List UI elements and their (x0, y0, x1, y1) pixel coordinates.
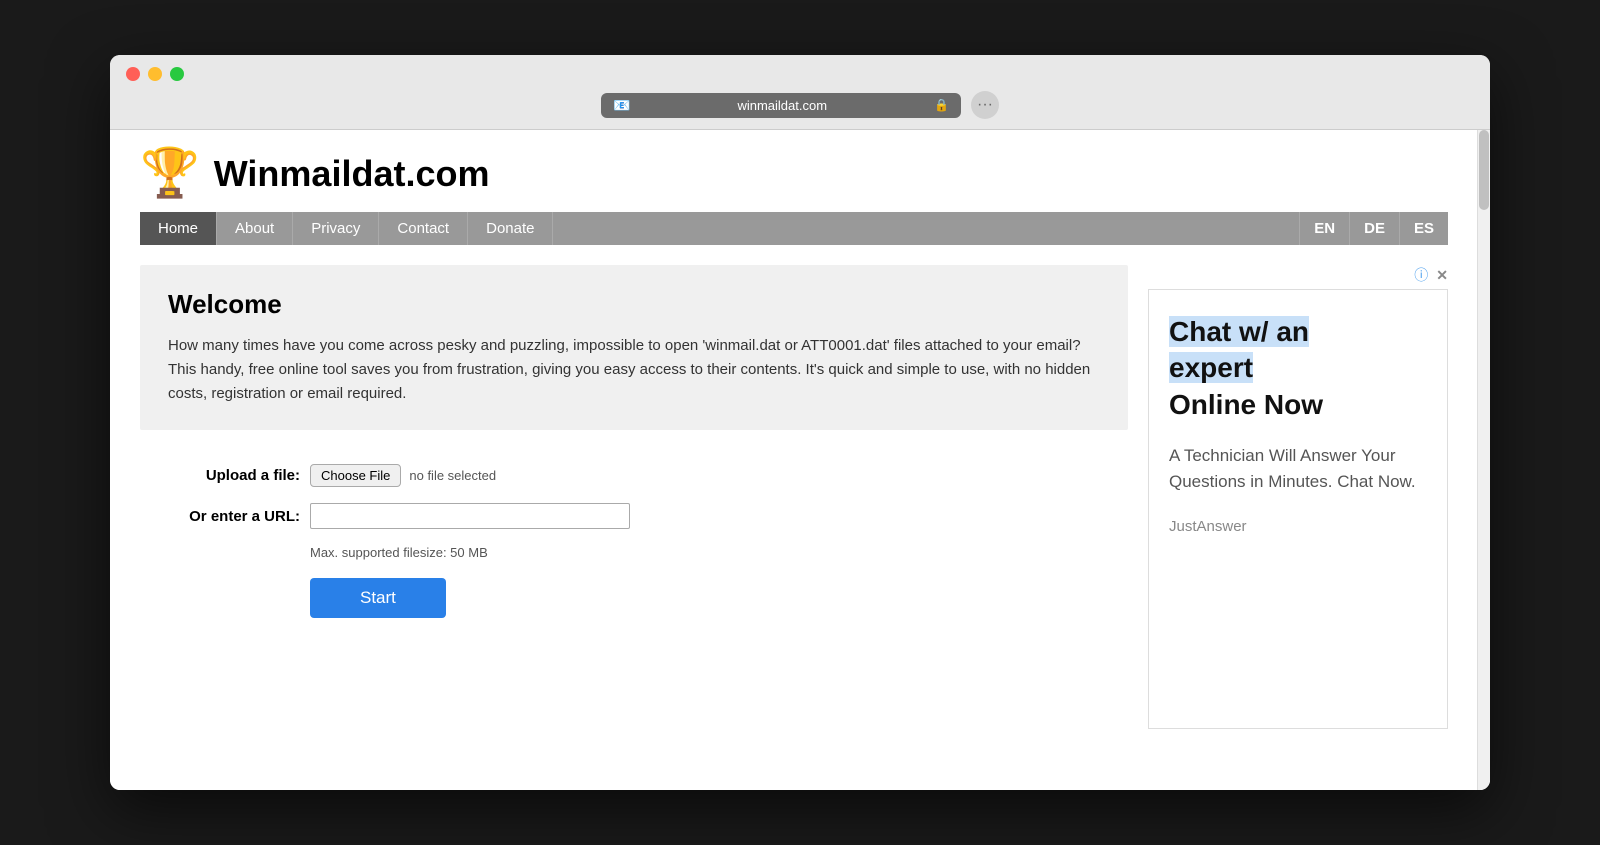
ad-box: Chat w/ an expert Online Now A Technicia… (1148, 289, 1448, 729)
lock-icon: 🔒 (934, 98, 949, 112)
traffic-lights (126, 67, 1474, 81)
site-wrapper: 🏆 Winmaildat.com Home About Privacy Cont… (110, 130, 1490, 759)
welcome-text: How many times have you come across pesk… (168, 334, 1100, 406)
nav-bar: Home About Privacy Contact Donate EN DE … (140, 212, 1448, 245)
no-file-text: no file selected (409, 468, 496, 483)
url-input[interactable] (310, 503, 630, 529)
ad-close-icon[interactable]: ✕ (1436, 267, 1448, 284)
site-header: 🏆 Winmaildat.com (140, 150, 1448, 198)
close-button[interactable] (126, 67, 140, 81)
upload-form: Upload a file: Choose File no file selec… (140, 454, 1128, 628)
choose-file-button[interactable]: Choose File (310, 464, 401, 487)
ad-headline-highlight2: expert (1169, 352, 1253, 383)
browser-window: 📧 winmaildat.com 🔒 ··· 🏆 Winmaildat.com … (110, 55, 1490, 790)
welcome-box: Welcome How many times have you come acr… (140, 265, 1128, 430)
ad-brand: JustAnswer (1169, 518, 1427, 535)
ad-header: ⓘ ✕ (1148, 265, 1448, 285)
scrollbar-thumb[interactable] (1479, 130, 1489, 210)
ad-sidebar: ⓘ ✕ Chat w/ an expert Online Now A Techn… (1148, 265, 1448, 729)
browser-content: 🏆 Winmaildat.com Home About Privacy Cont… (110, 130, 1490, 790)
ad-info-icon[interactable]: ⓘ (1414, 265, 1428, 285)
ad-headline-line2: expert (1169, 352, 1253, 383)
filesize-note: Max. supported filesize: 50 MB (310, 545, 1128, 560)
url-label: Or enter a URL: (140, 508, 300, 525)
nav-item-home[interactable]: Home (140, 212, 217, 245)
ad-subtext: A Technician Will Answer Your Questions … (1169, 443, 1427, 494)
lang-es[interactable]: ES (1399, 212, 1448, 245)
nav-item-about[interactable]: About (217, 212, 293, 245)
favicon-icon: 📧 (613, 97, 630, 114)
start-button[interactable]: Start (310, 578, 446, 618)
more-options-button[interactable]: ··· (971, 91, 999, 119)
welcome-title: Welcome (168, 289, 1100, 320)
minimize-button[interactable] (148, 67, 162, 81)
url-input-row: Or enter a URL: (140, 503, 1128, 529)
start-button-wrapper: Start (310, 578, 1128, 618)
site-logo-icon: 🏆 (140, 150, 200, 198)
nav-item-contact[interactable]: Contact (379, 212, 468, 245)
ad-headline: Chat w/ an expert Online Now (1169, 314, 1427, 423)
ad-headline-line3: Online Now (1169, 389, 1323, 420)
file-upload-row: Upload a file: Choose File no file selec… (140, 464, 1128, 487)
browser-toolbar: 📧 winmaildat.com 🔒 ··· (126, 91, 1474, 129)
nav-item-privacy[interactable]: Privacy (293, 212, 379, 245)
lang-de[interactable]: DE (1349, 212, 1399, 245)
ad-headline-highlight: Chat w/ an (1169, 316, 1309, 347)
lang-en[interactable]: EN (1299, 212, 1349, 245)
site-title: Winmaildat.com (214, 153, 490, 195)
nav-item-donate[interactable]: Donate (468, 212, 553, 245)
file-input-wrapper: Choose File no file selected (310, 464, 496, 487)
upload-label: Upload a file: (140, 467, 300, 484)
address-bar[interactable]: 📧 winmaildat.com 🔒 (601, 93, 961, 118)
ad-headline-line1: Chat w/ an (1169, 316, 1309, 347)
main-layout: Welcome How many times have you come acr… (140, 265, 1448, 729)
url-display: winmaildat.com (638, 98, 926, 113)
language-group: EN DE ES (1299, 212, 1448, 245)
main-content: Welcome How many times have you come acr… (140, 265, 1128, 729)
browser-chrome: 📧 winmaildat.com 🔒 ··· (110, 55, 1490, 130)
maximize-button[interactable] (170, 67, 184, 81)
